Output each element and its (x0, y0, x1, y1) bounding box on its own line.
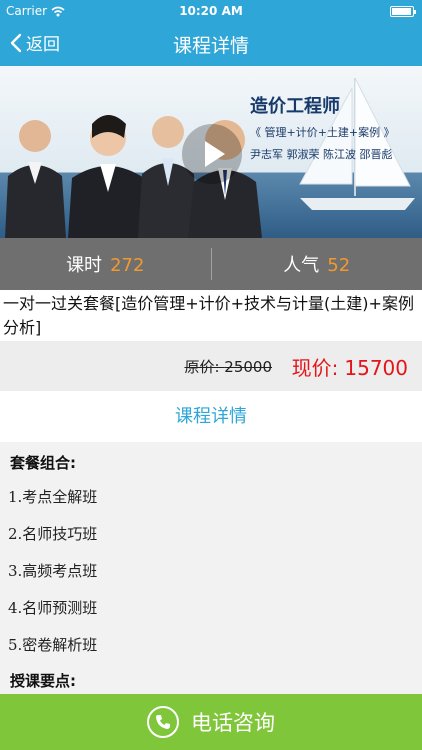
page-title: 课程详情 (172, 35, 249, 57)
original-price-label: 原价: (184, 358, 220, 376)
points-heading: 授课要点: (10, 672, 76, 690)
hours-label: 课时 (66, 255, 103, 276)
popularity-stat: 人气 52 (212, 251, 422, 277)
course-stats-bar: 课时 272 人气 52 (0, 238, 422, 290)
phone-glyph (156, 715, 170, 729)
navigation-bar: 返回 课程详情 (0, 22, 422, 66)
banner-names: 尹志军 郭淑荣 陈江波 邵晋彪 (250, 148, 393, 161)
presenter-2 (68, 115, 148, 238)
presenter-1 (5, 120, 66, 238)
back-button[interactable]: 返回 (10, 30, 60, 55)
list-item: 5.密卷解析班 (8, 636, 98, 654)
hours-value: 272 (110, 255, 145, 276)
banner-subtitle: 《 管理+计价+土建+案例 》 (250, 126, 395, 139)
current-price-value: 15700 (344, 356, 408, 380)
current-price-label: 现价: (291, 356, 339, 380)
status-time: 10:20 AM (179, 4, 243, 18)
list-item: 3.高频考点班 (8, 562, 98, 580)
popularity-value: 52 (327, 255, 351, 276)
battery-icon (390, 6, 416, 17)
tab-course-details[interactable]: 课程详情 (0, 392, 422, 442)
banner-title: 造价工程师 (250, 96, 340, 117)
list-item: 2.名师技巧班 (8, 525, 98, 543)
course-title: 一对一过关套餐[造价管理+计价+技术与计量(土建)+案例分析] (3, 294, 414, 337)
course-video-banner[interactable]: 造价工程师 《 管理+计价+土建+案例 》 尹志军 郭淑荣 陈江波 邵晋彪 (0, 66, 422, 238)
list-item: 1.考点全解班 (8, 488, 98, 506)
phone-consult-label: 电话咨询 (191, 711, 275, 735)
phone-icon (147, 706, 179, 738)
top-bar: Carrier 10:20 AM 返回 课程详情 (0, 0, 422, 66)
phone-consult-button[interactable]: 电话咨询 (0, 694, 422, 750)
current-price: 现价: 15700 (292, 352, 408, 381)
play-button[interactable] (182, 124, 242, 184)
chevron-left-icon (10, 33, 22, 52)
package-heading: 套餐组合: (10, 454, 76, 472)
banner-text: 造价工程师 《 管理+计价+土建+案例 》 尹志军 郭淑荣 陈江波 邵晋彪 (250, 92, 395, 162)
price-bar: 原价: 25000 现价: 15700 (0, 341, 422, 391)
hours-stat: 课时 272 (0, 251, 211, 277)
list-item: 4.名师预测班 (8, 599, 98, 617)
play-icon (205, 141, 225, 167)
status-bar: Carrier 10:20 AM (0, 0, 422, 22)
original-price-value: 25000 (224, 358, 272, 376)
course-detail-content: 套餐组合: 1.考点全解班 2.名师技巧班 3.高频考点班 4.名师预测班 5.… (0, 442, 422, 694)
original-price: 原价: 25000 (184, 356, 272, 377)
battery-level (392, 8, 411, 15)
popularity-label: 人气 (283, 255, 320, 276)
back-label: 返回 (26, 35, 60, 55)
